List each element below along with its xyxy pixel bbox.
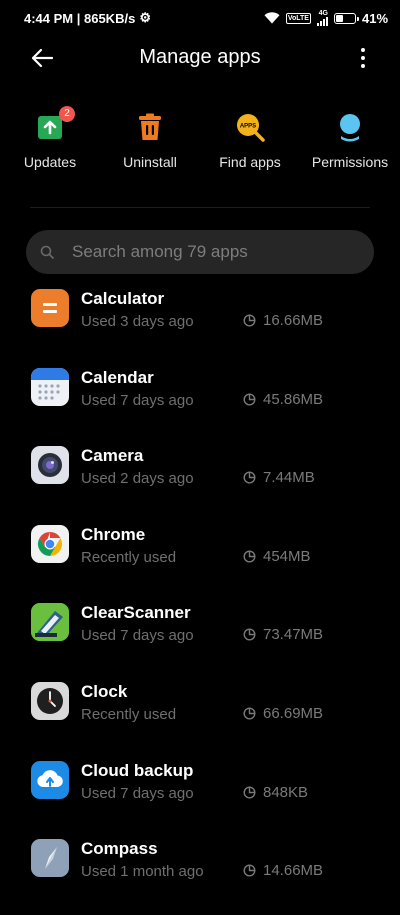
list-item[interactable]: Clock Recently used 66.69MB [0, 679, 400, 758]
storage-icon [243, 864, 256, 877]
wifi-icon [264, 12, 280, 24]
app-last-used: Used 1 month ago [81, 863, 204, 881]
storage-icon [243, 786, 256, 799]
chrome-icon [31, 524, 69, 563]
permissions-icon [335, 112, 365, 142]
settings-gear-icon: ⚙ [139, 10, 151, 25]
status-bar: 4:44 PM | 865KB/s ⚙ VoLTE 4G 41% [0, 0, 400, 36]
divider [30, 207, 370, 208]
storage-icon [243, 471, 256, 484]
updates-button[interactable]: 2 Updates [0, 106, 100, 170]
list-item[interactable]: Chrome Recently used 454MB [0, 522, 400, 601]
app-last-used: Used 7 days ago [81, 391, 194, 409]
status-time: 4:44 PM | 865KB/s [24, 10, 136, 26]
app-last-used: Used 3 days ago [81, 313, 194, 330]
list-item[interactable]: ClearScanner Used 7 days ago 73.47MB [0, 600, 400, 679]
clock-icon [31, 681, 69, 720]
app-size: 848KB [263, 783, 309, 801]
search-input[interactable] [70, 241, 354, 263]
uninstall-label: Uninstall [123, 154, 177, 170]
app-size: 454MB [263, 547, 311, 565]
trash-icon [135, 112, 165, 142]
app-name: ClearScanner [81, 603, 191, 623]
app-last-used: Recently used [81, 548, 177, 566]
app-name: Cloud backup [81, 760, 194, 780]
app-size: 73.47MB [263, 626, 324, 644]
more-options-icon[interactable] [360, 48, 366, 68]
cloud-backup-icon [31, 760, 69, 799]
storage-icon [243, 393, 256, 406]
list-item[interactable]: Calendar Used 7 days ago 45.86MB [0, 365, 400, 444]
app-name: Camera [81, 446, 144, 466]
compass-icon [31, 839, 69, 878]
list-item[interactable]: Calculator Used 3 days ago 16.66MB [0, 286, 400, 365]
app-name: Compass [81, 839, 158, 859]
app-size: 14.66MB [263, 862, 324, 880]
battery-percent: 41% [361, 10, 388, 26]
app-list: Calculator Used 3 days ago 16.66MB Calen… [0, 286, 400, 915]
find-apps-label: Find apps [219, 154, 281, 170]
app-size: 45.86MB [263, 390, 324, 408]
permissions-button[interactable]: Permissions [300, 112, 400, 170]
app-name: Calendar [81, 367, 154, 387]
updates-icon: 2 [35, 106, 75, 142]
list-item[interactable]: Camera Used 2 days ago 7.44MB [0, 443, 400, 522]
quick-actions: 2 Updates Uninstall APPS Find apps Permi… [0, 106, 400, 170]
camera-icon [31, 446, 69, 485]
uninstall-button[interactable]: Uninstall [100, 112, 200, 170]
battery-icon [333, 12, 359, 24]
find-apps-button[interactable]: APPS Find apps [200, 112, 300, 170]
app-last-used: Recently used [81, 705, 177, 723]
calculator-icon [31, 289, 69, 327]
storage-icon [243, 628, 256, 641]
app-last-used: Used 2 days ago [81, 470, 194, 488]
app-size: 16.66MB [263, 312, 324, 329]
search-bar[interactable] [26, 230, 374, 274]
app-size: 66.69MB [263, 704, 324, 722]
permissions-label: Permissions [311, 154, 389, 170]
storage-icon [243, 550, 256, 563]
volte-icon: VoLTE [285, 12, 311, 24]
updates-label: Updates [23, 154, 77, 170]
signal-icon [316, 17, 328, 26]
list-item[interactable]: Compass Used 1 month ago 14.66MB [0, 836, 400, 915]
app-bar: Manage apps [0, 36, 400, 80]
clearscanner-icon [31, 603, 69, 642]
app-last-used: Used 7 days ago [81, 627, 194, 645]
network-type: 4G [318, 10, 328, 17]
find-apps-icon: APPS [235, 112, 265, 142]
app-name: Calculator [81, 289, 165, 308]
calendar-icon [31, 367, 69, 406]
search-icon [40, 245, 54, 259]
app-name: Chrome [81, 524, 146, 544]
app-last-used: Used 7 days ago [81, 784, 194, 802]
app-size: 7.44MB [263, 469, 315, 487]
list-item[interactable]: Cloud backup Used 7 days ago 848KB [0, 758, 400, 837]
storage-icon [243, 707, 256, 720]
storage-icon [243, 314, 256, 327]
page-title: Manage apps [139, 46, 261, 68]
svg-text:APPS: APPS [240, 124, 256, 130]
app-name: Clock [81, 681, 128, 701]
updates-badge: 2 [59, 106, 75, 122]
